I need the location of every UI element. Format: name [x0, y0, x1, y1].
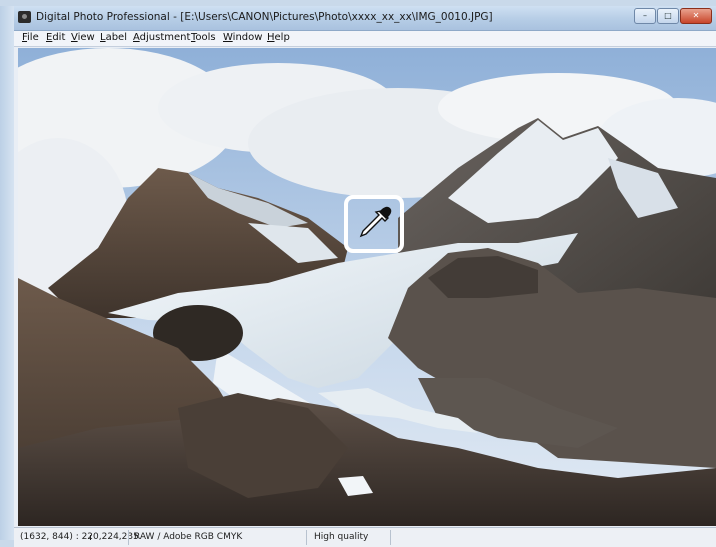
mountain-glacier-photo	[18, 48, 716, 526]
window-title: Digital Photo Professional - [E:\Users\C…	[36, 11, 493, 23]
quality-mode: High quality	[314, 532, 369, 542]
color-picker-highlight	[344, 195, 404, 253]
eyedropper-icon	[359, 206, 392, 238]
color-mode: RAW / Adobe RGB CMYK	[134, 532, 243, 542]
status-divider	[390, 530, 391, 545]
pixel-info: (1632, 844) : 220,224,235	[20, 532, 139, 542]
app-window: Digital Photo Professional - [E:\Users\C…	[14, 6, 716, 547]
menu-file[interactable]: File	[22, 32, 39, 43]
window-controls: – □ ✕	[634, 8, 712, 24]
maximize-button[interactable]: □	[657, 8, 679, 24]
title-bar[interactable]: Digital Photo Professional - [E:\Users\C…	[14, 6, 716, 31]
status-divider	[306, 530, 307, 545]
status-divider	[128, 530, 129, 545]
menu-label[interactable]: Label	[100, 32, 127, 43]
status-bar: (1632, 844) : 220,224,235 RAW / Adobe RG…	[14, 527, 716, 547]
camera-app-icon[interactable]	[18, 11, 31, 23]
menu-view[interactable]: View	[71, 32, 95, 43]
menu-edit[interactable]: Edit	[46, 32, 65, 43]
close-button[interactable]: ✕	[680, 8, 712, 24]
text-cursor-mark	[90, 535, 91, 540]
photo-view[interactable]	[18, 48, 716, 526]
menu-adjustment[interactable]: Adjustment	[133, 32, 190, 43]
menu-bar: File Edit View Label Adjustment Tools Wi…	[14, 31, 716, 47]
menu-help[interactable]: Help	[267, 32, 290, 43]
menu-tools[interactable]: Tools	[191, 32, 216, 43]
minimize-button[interactable]: –	[634, 8, 656, 24]
desktop-edge	[0, 6, 14, 540]
menu-window[interactable]: Window	[223, 32, 262, 43]
